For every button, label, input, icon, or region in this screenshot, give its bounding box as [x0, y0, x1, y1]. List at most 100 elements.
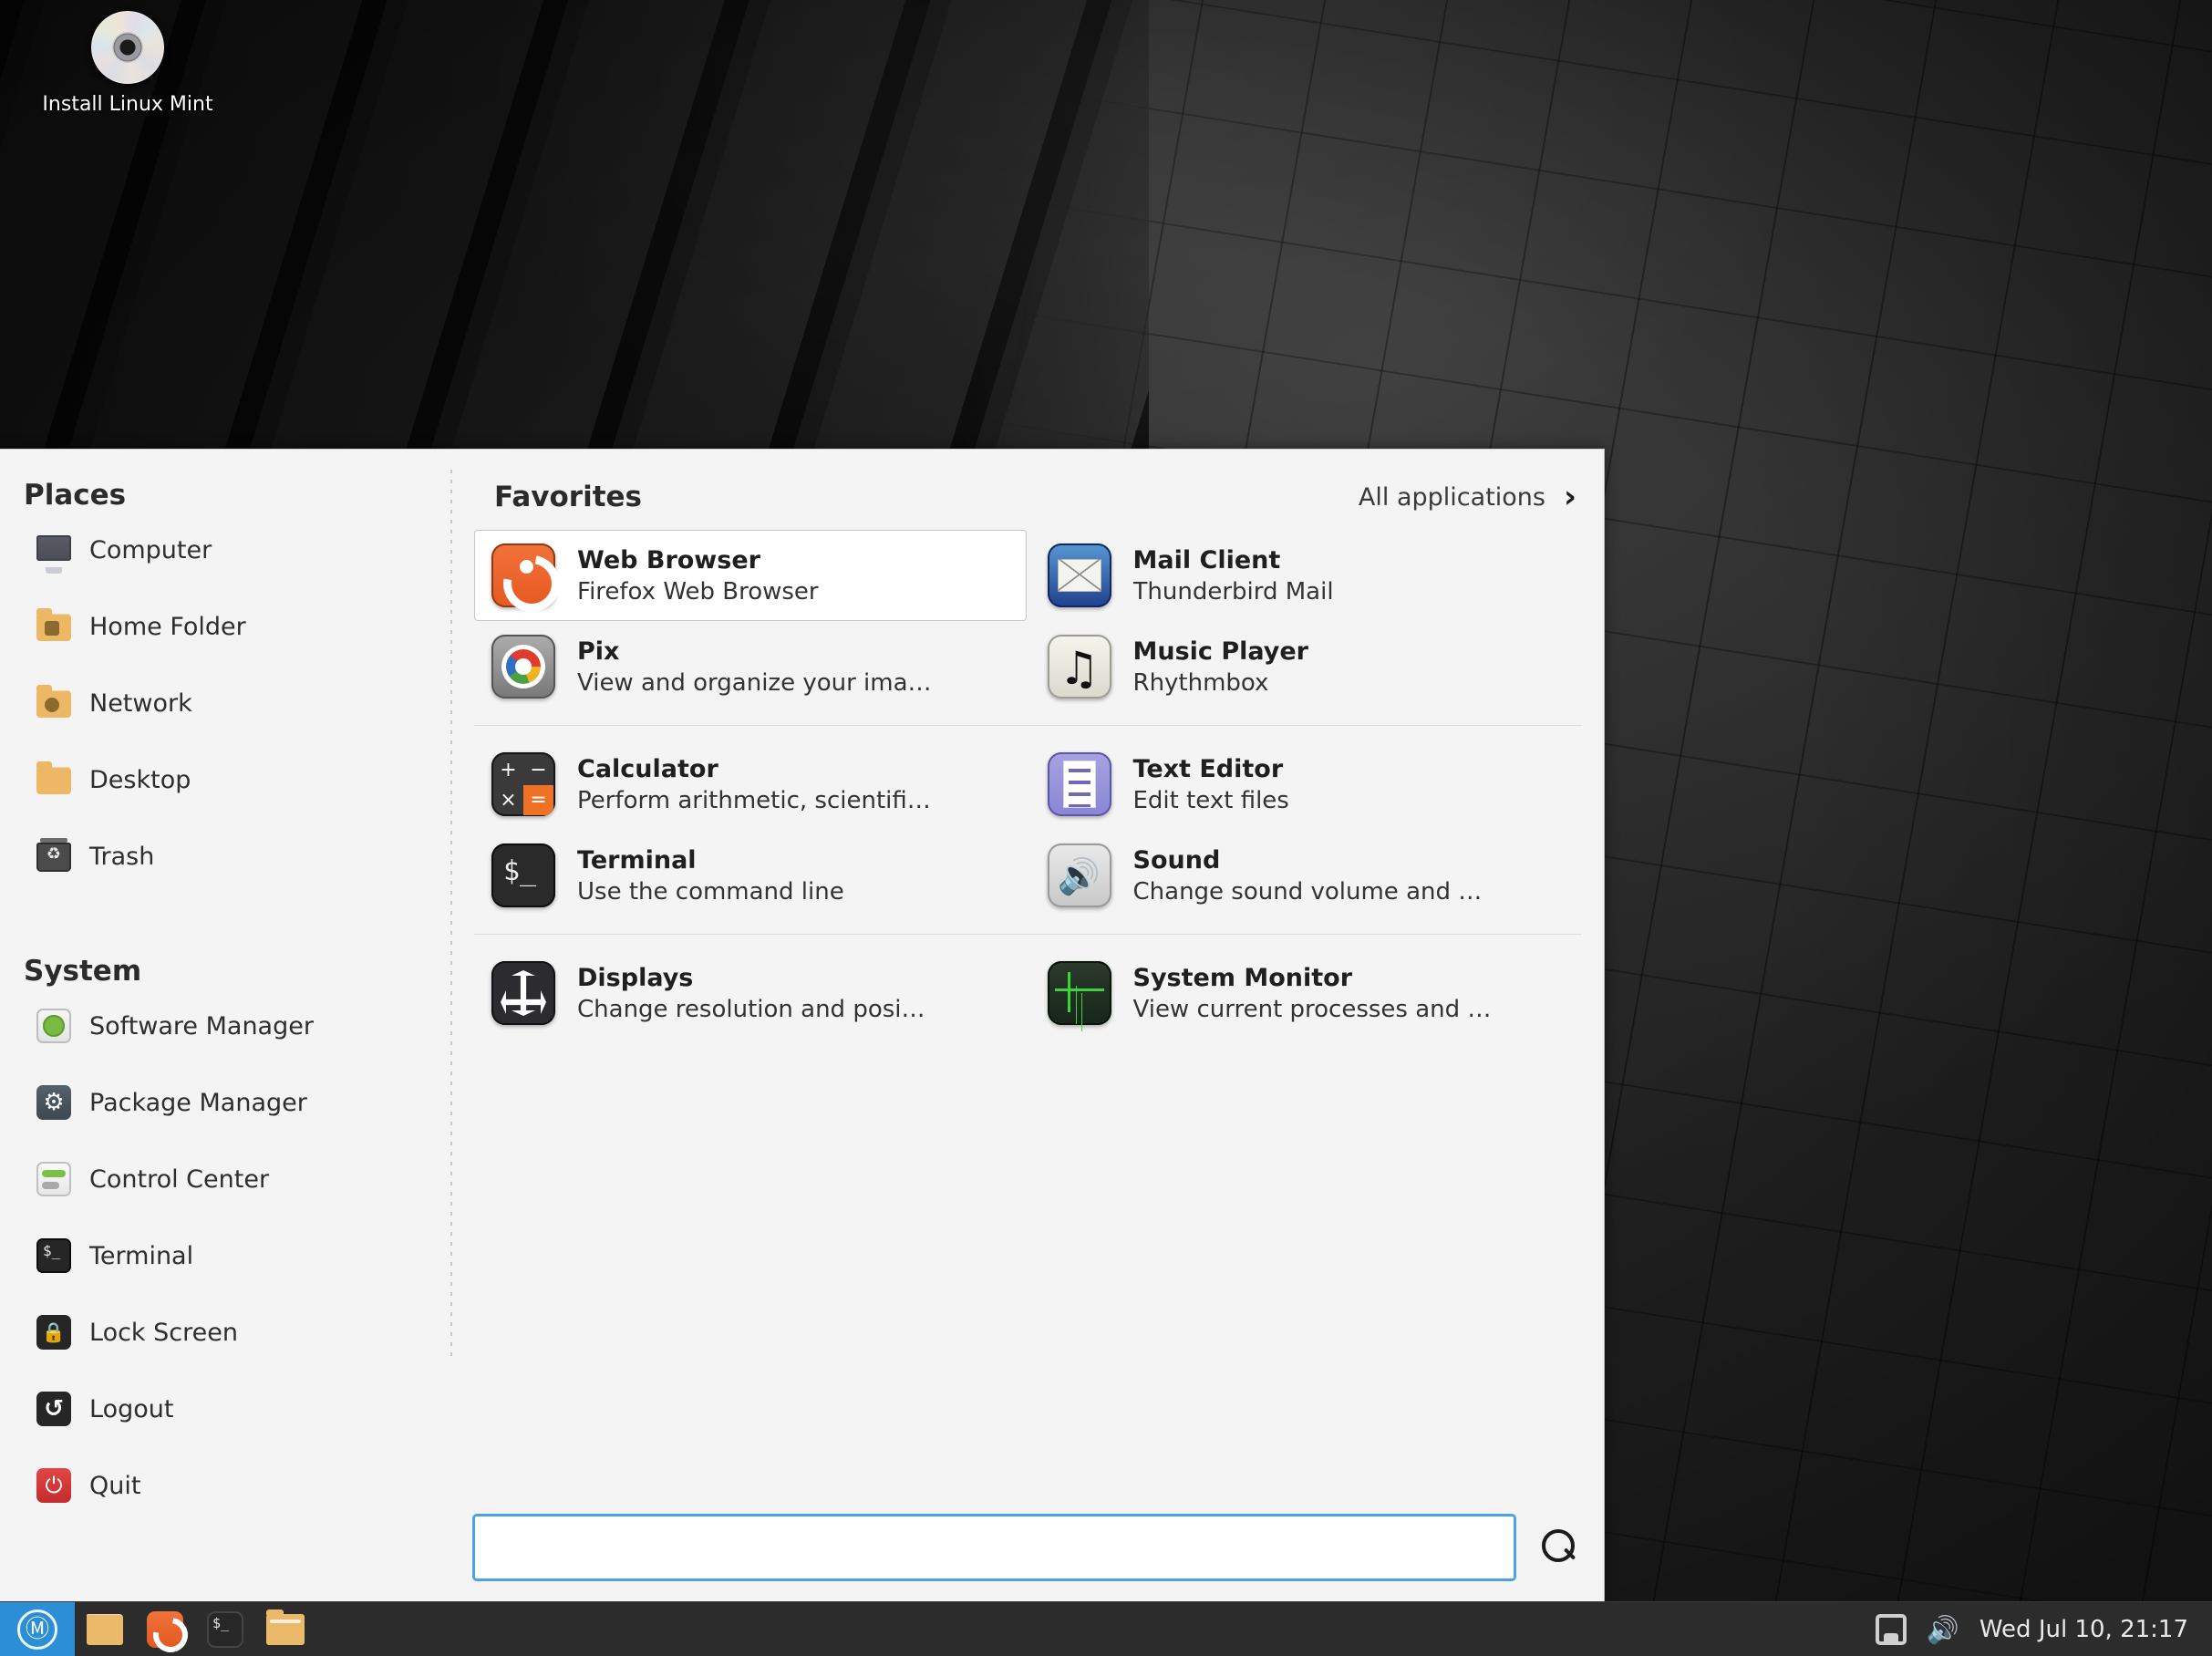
favorite-description: Change sound volume and …	[1133, 878, 1483, 906]
places-section-title: Places	[0, 479, 452, 512]
system-tray: 🔊 Wed Jul 10, 21:17	[1876, 1614, 2212, 1645]
desktop-icon-label: Install Linux Mint	[42, 93, 212, 117]
favorite-item-sound[interactable]: Sound Change sound volume and …	[1030, 830, 1583, 921]
favorite-description: View current processes and …	[1133, 996, 1492, 1023]
favorite-name: Pix	[577, 637, 932, 666]
taskbar: 🔊 Wed Jul 10, 21:17	[0, 1601, 2212, 1656]
favorite-item-web-browser[interactable]: Web Browser Firefox Web Browser	[474, 530, 1027, 621]
favorite-name: Text Editor	[1133, 755, 1289, 783]
all-applications-button[interactable]: All applications ›	[1359, 481, 1576, 512]
all-applications-label: All applications	[1359, 483, 1545, 512]
text-editor-icon	[1048, 752, 1111, 816]
favorite-name: Calculator	[577, 755, 931, 783]
sidebar-item-label: Terminal	[89, 1242, 193, 1270]
favorites-separator	[474, 934, 1582, 935]
favorite-name: Web Browser	[577, 546, 819, 574]
sound-icon	[1048, 844, 1111, 907]
favorites-grid: Web Browser Firefox Web Browser Mail Cli…	[472, 530, 1584, 1039]
sidebar-item-label: Package Manager	[89, 1089, 307, 1117]
sidebar-item-label: Quit	[89, 1472, 140, 1500]
display-icon[interactable]	[1876, 1614, 1907, 1645]
favorite-item-mail-client[interactable]: Mail Client Thunderbird Mail	[1030, 530, 1583, 621]
power-icon	[36, 1468, 71, 1503]
favorite-item-calculator[interactable]: +− ×= Calculator Perform arithmetic, sci…	[474, 739, 1027, 830]
sidebar-item-lock-screen[interactable]: Lock Screen	[0, 1294, 452, 1371]
menu-main-pane: Favorites All applications › Web Browser…	[452, 450, 1604, 1601]
firefox-icon	[147, 1611, 183, 1648]
sidebar-item-label: Trash	[89, 843, 154, 871]
sidebar-item-trash[interactable]: Trash	[0, 818, 452, 895]
favorite-description: View and organize your ima…	[577, 669, 932, 697]
menu-button[interactable]	[0, 1602, 75, 1656]
mint-menu-panel: Places Computer Home Folder Network Desk…	[0, 449, 1605, 1601]
taskbar-launcher-terminal[interactable]	[195, 1602, 255, 1656]
sidebar-item-network[interactable]: Network	[0, 665, 452, 741]
sidebar-item-desktop[interactable]: Desktop	[0, 741, 452, 818]
search-row	[452, 1514, 1604, 1581]
network-folder-icon	[36, 686, 71, 720]
favorite-name: Displays	[577, 964, 925, 992]
sidebar-item-home-folder[interactable]: Home Folder	[0, 588, 452, 665]
sidebar-item-label: Network	[89, 689, 192, 718]
taskbar-launcher-firefox[interactable]	[135, 1602, 195, 1656]
logout-icon	[36, 1392, 71, 1426]
favorite-description: Rhythmbox	[1133, 669, 1308, 697]
favorites-separator	[474, 725, 1582, 726]
favorite-item-terminal[interactable]: Terminal Use the command line	[474, 830, 1027, 921]
taskbar-launcher-file-manager[interactable]	[255, 1602, 315, 1656]
favorite-name: System Monitor	[1133, 964, 1492, 992]
favorite-item-music-player[interactable]: Music Player Rhythmbox	[1030, 621, 1583, 712]
favorite-description: Firefox Web Browser	[577, 578, 819, 605]
sidebar-item-label: Computer	[89, 536, 212, 564]
sidebar-item-label: Software Manager	[89, 1012, 314, 1040]
sidebar-item-label: Control Center	[89, 1165, 269, 1194]
terminal-icon	[491, 844, 555, 907]
mail-icon	[1048, 543, 1111, 607]
volume-icon[interactable]: 🔊	[1925, 1614, 1961, 1645]
firefox-icon	[491, 543, 555, 607]
favorite-description: Thunderbird Mail	[1133, 578, 1334, 605]
desktop-icon-install-linux-mint[interactable]: Install Linux Mint	[46, 11, 210, 117]
favorites-header: Favorites All applications ›	[452, 450, 1604, 513]
linux-mint-logo-icon	[17, 1609, 57, 1650]
favorite-description: Use the command line	[577, 878, 844, 906]
trash-icon	[36, 839, 71, 874]
favorite-name: Terminal	[577, 846, 844, 875]
sidebar-item-label: Home Folder	[89, 613, 246, 641]
menu-sidebar: Places Computer Home Folder Network Desk…	[0, 450, 452, 1601]
favorite-item-system-monitor[interactable]: System Monitor View current processes an…	[1030, 947, 1583, 1039]
system-monitor-icon	[1048, 961, 1111, 1025]
sidebar-item-label: Lock Screen	[89, 1319, 238, 1347]
sidebar-item-label: Desktop	[89, 766, 191, 794]
sidebar-item-terminal[interactable]: Terminal	[0, 1217, 452, 1294]
clock[interactable]: Wed Jul 10, 21:17	[1979, 1616, 2188, 1643]
lock-icon	[36, 1315, 71, 1350]
favorite-item-displays[interactable]: Displays Change resolution and posi…	[474, 947, 1027, 1039]
folder-icon	[87, 1614, 123, 1645]
control-center-icon	[36, 1162, 71, 1196]
home-folder-icon	[36, 609, 71, 644]
software-manager-icon	[36, 1009, 71, 1043]
music-icon	[1048, 635, 1111, 699]
system-section-title: System	[0, 955, 452, 988]
sidebar-item-package-manager[interactable]: Package Manager	[0, 1064, 452, 1141]
file-manager-icon	[266, 1614, 305, 1645]
sidebar-item-logout[interactable]: Logout	[0, 1371, 452, 1447]
computer-icon	[36, 533, 71, 567]
taskbar-launcher-folder[interactable]	[75, 1602, 135, 1656]
terminal-icon	[207, 1611, 243, 1648]
sidebar-item-software-manager[interactable]: Software Manager	[0, 988, 452, 1064]
displays-icon	[491, 961, 555, 1025]
terminal-icon	[36, 1238, 71, 1273]
search-icon[interactable]	[1536, 1526, 1580, 1569]
sidebar-item-quit[interactable]: Quit	[0, 1447, 452, 1524]
favorite-item-pix[interactable]: Pix View and organize your ima…	[474, 621, 1027, 712]
sidebar-item-computer[interactable]: Computer	[0, 512, 452, 588]
sidebar-item-label: Logout	[89, 1395, 173, 1423]
chevron-right-icon: ›	[1564, 481, 1576, 512]
search-input[interactable]	[472, 1514, 1516, 1581]
favorites-title: Favorites	[494, 481, 642, 513]
sidebar-item-control-center[interactable]: Control Center	[0, 1141, 452, 1217]
favorite-name: Music Player	[1133, 637, 1308, 666]
favorite-item-text-editor[interactable]: Text Editor Edit text files	[1030, 739, 1583, 830]
